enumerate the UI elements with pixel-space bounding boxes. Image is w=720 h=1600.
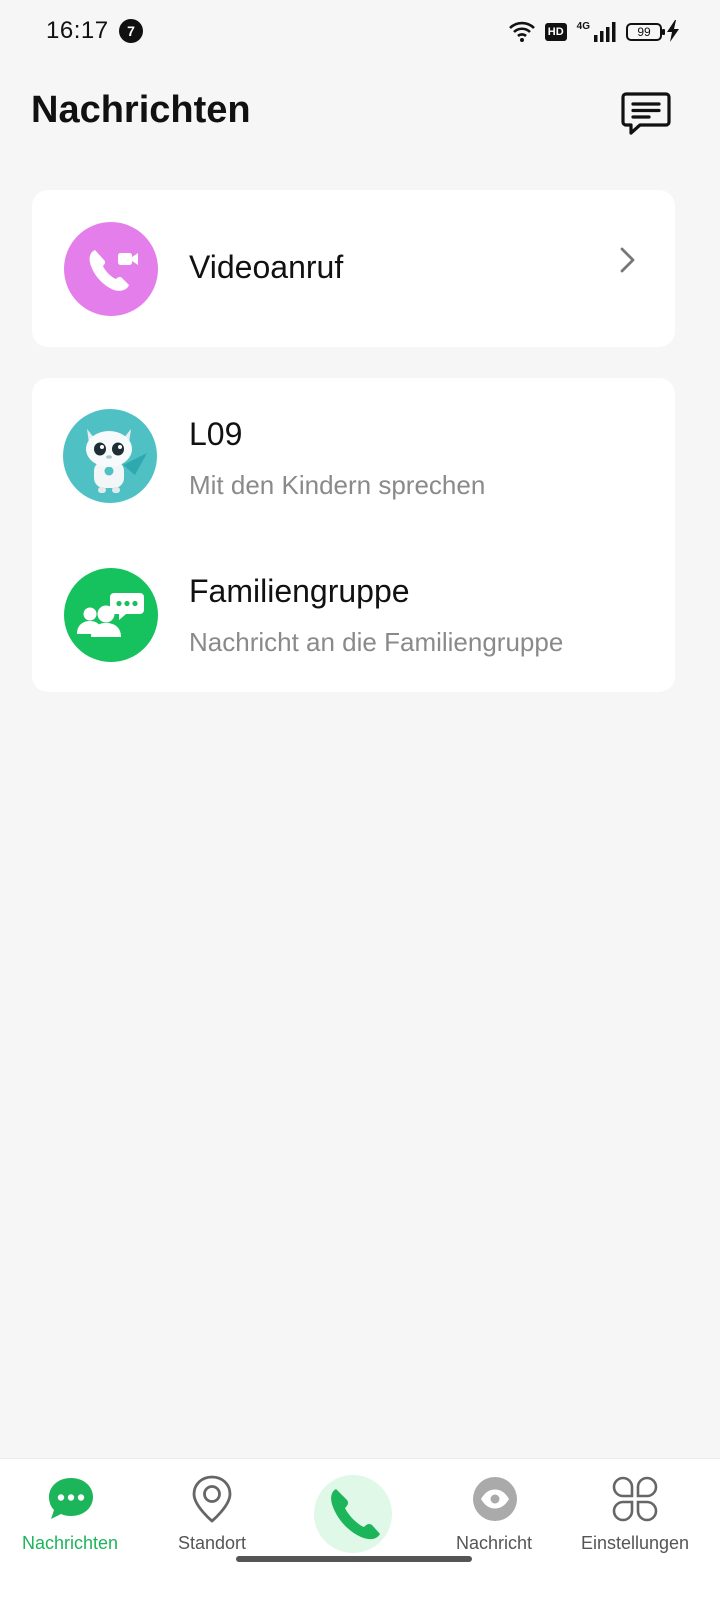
video-phone-icon [89, 250, 138, 291]
nav-label: Nachricht [455, 1533, 533, 1553]
battery-icon: 99 [626, 23, 665, 41]
notification-badge: 7 [119, 19, 143, 43]
nav-tab-nachricht[interactable]: Nachricht [432, 1459, 556, 1559]
hd-icon: HD [544, 23, 567, 41]
chat-bubble-icon [49, 1478, 93, 1519]
video-call-avatar [64, 222, 158, 316]
chat-item-family-group[interactable]: Familiengruppe Nachricht an die Familien… [32, 535, 675, 692]
chat-item-l09[interactable]: L09 Mit den Kindern sprechen [32, 378, 675, 535]
video-call-row[interactable]: Videoanruf [32, 190, 675, 347]
page-title: Nachrichten [31, 89, 251, 131]
robot-cat-mascot-icon [86, 429, 147, 493]
phone-icon [331, 1489, 380, 1540]
message-compose-icon [621, 92, 671, 135]
bottom-navigation: Nachrichten Standort Nachricht Einstellu… [0, 1458, 720, 1600]
family-group-avatar [64, 568, 158, 662]
location-pin-icon [192, 1475, 232, 1523]
nav-call-button[interactable] [300, 1459, 410, 1559]
l09-avatar [63, 409, 157, 503]
chevron-right-icon [620, 247, 635, 273]
nav-tab-einstellungen[interactable]: Einstellungen [574, 1459, 698, 1559]
status-icons: HD 4G 99 [508, 18, 665, 46]
charging-icon [667, 20, 679, 42]
chat-title: L09 [189, 416, 243, 452]
nav-tab-standort[interactable]: Standort [150, 1459, 274, 1559]
new-message-button[interactable] [620, 90, 672, 138]
group-chat-icon [77, 593, 144, 637]
chat-subtitle: Nachricht an die Familiengruppe [189, 627, 564, 657]
home-indicator[interactable] [236, 1556, 472, 1562]
video-call-label: Videoanruf [189, 249, 344, 285]
battery-level: 99 [637, 25, 651, 39]
apps-grid-icon [612, 1476, 658, 1522]
signal-icon [594, 22, 616, 42]
eye-icon [473, 1477, 517, 1521]
chat-title: Familiengruppe [189, 573, 410, 609]
screen: 16:17 7 HD 4G 99 Nachrichten Videoanruf … [0, 0, 720, 1600]
network-type-label: 4G [576, 20, 590, 32]
status-time: 16:17 [46, 17, 109, 44]
status-bar: 16:17 7 HD 4G 99 [0, 0, 720, 64]
video-call-card: Videoanruf [32, 190, 675, 347]
nav-label: Nachrichten [21, 1533, 119, 1553]
nav-label: Einstellungen [580, 1533, 690, 1553]
chat-list-card: L09 Mit den Kindern sprechen Familiengru… [32, 378, 675, 692]
nav-label: Standort [177, 1533, 247, 1553]
wifi-icon [508, 21, 535, 42]
nav-tab-nachrichten[interactable]: Nachrichten [0, 1459, 140, 1559]
chat-subtitle: Mit den Kindern sprechen [189, 470, 486, 500]
